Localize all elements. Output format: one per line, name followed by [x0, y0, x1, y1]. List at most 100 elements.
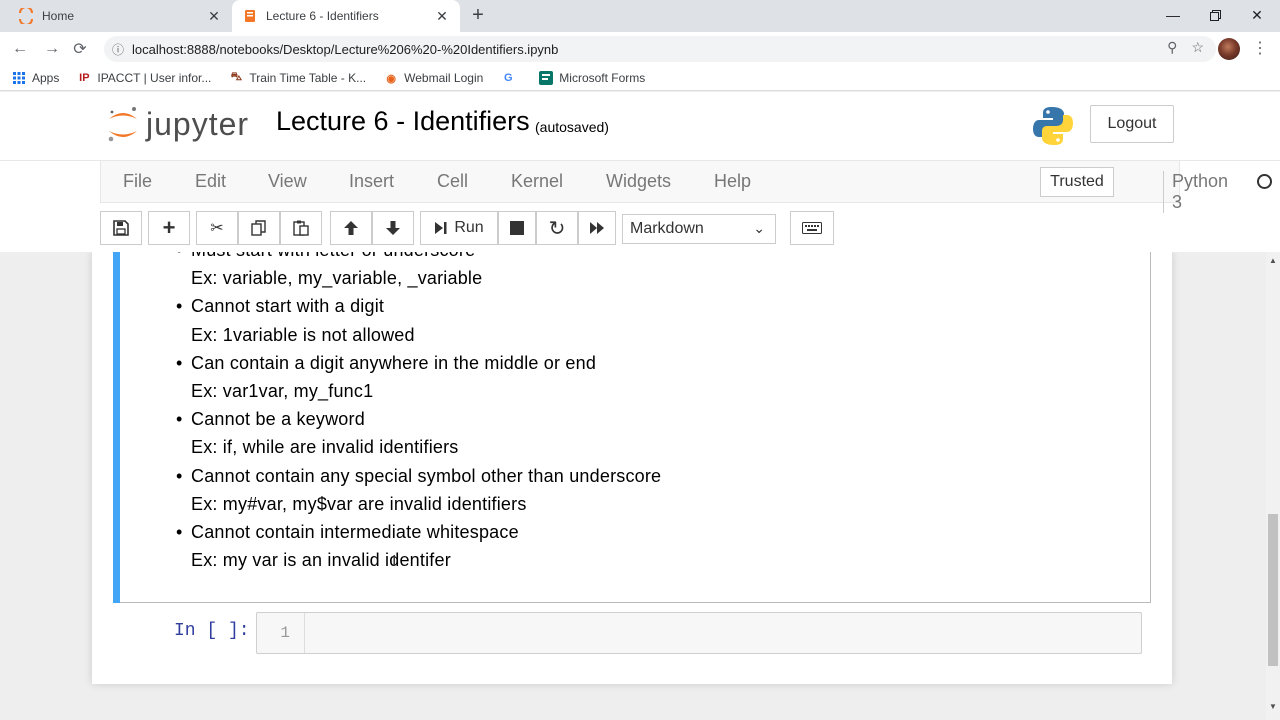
bookmark-webmail[interactable]: ◉ Webmail Login — [384, 71, 483, 85]
url-text[interactable]: localhost:8888/notebooks/Desktop/Lecture… — [132, 42, 558, 57]
menu-help[interactable]: Help — [714, 171, 751, 192]
profile-avatar[interactable] — [1218, 38, 1240, 60]
jupyter-logo[interactable]: jupyter — [106, 102, 249, 146]
rule-text: Can contain a digit anywhere in the midd… — [191, 352, 597, 373]
cut-cells-button[interactable]: ✂ — [196, 211, 238, 245]
menu-cell[interactable]: Cell — [437, 171, 468, 192]
rule-item: Must start with letter or underscore Ex:… — [176, 252, 661, 292]
restart-kernel-button[interactable]: ↻ — [536, 211, 578, 245]
bookmark-apps[interactable]: Apps — [12, 71, 59, 85]
close-window-icon[interactable]: ✕ — [1236, 0, 1278, 30]
chevron-down-icon: ⌄ — [753, 220, 765, 236]
close-tab-icon[interactable]: ✕ — [434, 8, 450, 25]
rule-example: Ex: my var is an invalid identifer — [191, 550, 451, 571]
bookmark-label: Webmail Login — [404, 71, 484, 85]
tab-lecture-6[interactable]: Lecture 6 - Identifiers ✕ — [232, 0, 460, 32]
notebook-title[interactable]: Lecture 6 - Identifiers — [276, 106, 530, 137]
logout-button[interactable]: Logout — [1090, 105, 1174, 143]
rule-example: Ex: variable, my_variable, _variable — [191, 268, 483, 289]
notebook-scroll-area[interactable]: Must start with letter or underscore Ex:… — [0, 252, 1266, 720]
notebook-menubar-container: File Edit View Insert Cell Kernel Widget… — [0, 160, 1280, 252]
menu-edit[interactable]: Edit — [195, 171, 226, 192]
scroll-up-arrow-icon[interactable]: ▲ — [1269, 256, 1277, 265]
kernel-name[interactable]: Python 3 — [1163, 171, 1228, 213]
stop-icon — [510, 221, 524, 235]
command-palette-button[interactable] — [790, 211, 834, 245]
new-tab-plus-icon[interactable]: + — [468, 5, 488, 26]
google-icon: G — [504, 72, 513, 84]
rule-text: Cannot contain any special symbol other … — [191, 465, 662, 486]
arrow-down-icon — [386, 221, 400, 235]
jupyter-header: jupyter Lecture 6 - Identifiers (autosav… — [0, 92, 1280, 160]
train-icon: ⛍ — [230, 71, 243, 83]
forward-arrow-icon[interactable]: → — [40, 37, 64, 61]
step-forward-icon — [435, 222, 447, 234]
bookmark-train-time-table[interactable]: ⛍ Train Time Table - K... — [229, 71, 366, 85]
webmail-icon: ◉ — [386, 72, 396, 85]
rule-example: Ex: 1variable is not allowed — [191, 324, 415, 345]
move-cell-up-button[interactable] — [330, 211, 372, 245]
rule-text: Cannot contain intermediate whitespace — [191, 522, 519, 543]
save-button[interactable] — [100, 211, 142, 245]
kernel-idle-indicator-icon — [1257, 174, 1272, 189]
text-cursor-icon: I — [392, 553, 397, 570]
interrupt-kernel-button[interactable] — [498, 211, 536, 245]
page-scrollbar[interactable]: ▲ ▼ — [1266, 252, 1280, 720]
identifier-rules-list: Must start with letter or underscore Ex:… — [176, 252, 661, 574]
input-prompt: In [ ]: — [174, 621, 250, 641]
forms-icon — [539, 71, 554, 85]
minimize-window-icon[interactable]: — — [1152, 0, 1194, 30]
autosave-status: (autosaved) — [535, 119, 609, 135]
browser-tab-strip: Home ✕ Lecture 6 - Identifiers ✕ + — ✕ — [0, 0, 1280, 32]
bookmark-star-icon[interactable]: ☆ — [1191, 39, 1204, 56]
jupyter-logo-icon — [108, 107, 137, 142]
cell-type-value: Markdown — [630, 220, 704, 237]
rule-example: Ex: if, while are invalid identifiers — [191, 437, 459, 458]
paste-cells-button[interactable] — [280, 211, 322, 245]
zoom-icon[interactable]: ⚲ — [1167, 39, 1177, 56]
scroll-down-arrow-icon[interactable]: ▼ — [1269, 702, 1277, 711]
bookmark-ipacct[interactable]: IP IPACCT | User infor... — [77, 71, 211, 85]
close-tab-icon[interactable]: ✕ — [206, 8, 222, 25]
rule-text: Cannot be a keyword — [191, 409, 365, 430]
bookmark-label: Microsoft Forms — [559, 71, 646, 85]
menu-file[interactable]: File — [123, 171, 152, 192]
browser-menu-icon[interactable]: ⋮ — [1252, 38, 1268, 60]
plus-icon: + — [162, 215, 176, 240]
menu-insert[interactable]: Insert — [349, 171, 394, 192]
scrollbar-thumb[interactable] — [1268, 514, 1278, 666]
arrow-up-icon — [344, 221, 358, 235]
site-info-icon[interactable]: ⓘ — [104, 41, 132, 58]
back-arrow-icon[interactable]: ← — [8, 37, 32, 61]
menu-view[interactable]: View — [268, 171, 307, 192]
trusted-indicator[interactable]: Trusted — [1040, 167, 1114, 197]
copy-icon — [251, 220, 266, 236]
bookmark-label: Train Time Table - K... — [249, 71, 367, 85]
address-bar[interactable]: ⓘ localhost:8888/notebooks/Desktop/Lectu… — [104, 36, 1216, 62]
code-input-area[interactable]: 1 — [256, 612, 1142, 654]
paste-icon — [293, 220, 309, 236]
code-cell[interactable]: In [ ]: 1 — [114, 612, 1150, 654]
menu-kernel[interactable]: Kernel — [511, 171, 563, 192]
reload-icon[interactable]: ⟳ — [68, 37, 92, 61]
tab-home[interactable]: Home ✕ — [8, 0, 232, 32]
python-logo-icon — [1032, 105, 1074, 147]
bookmark-microsoft-forms[interactable]: Microsoft Forms — [539, 71, 645, 85]
insert-cell-button[interactable]: + — [148, 211, 190, 245]
cell-type-select[interactable]: Markdown ⌄ — [622, 214, 776, 244]
restore-window-icon[interactable] — [1194, 0, 1236, 30]
restart-run-all-button[interactable] — [578, 211, 616, 245]
line-number: 1 — [257, 613, 305, 653]
ipacct-icon: IP — [79, 72, 90, 84]
bookmark-google[interactable]: G — [501, 71, 521, 85]
rule-item: Cannot contain intermediate whitespace E… — [176, 518, 661, 574]
menu-widgets[interactable]: Widgets — [606, 171, 671, 192]
run-cell-button[interactable]: Run — [420, 211, 498, 245]
rule-text: Must start with letter or underscore — [191, 252, 661, 264]
menubar: File Edit View Insert Cell Kernel Widget… — [100, 161, 1272, 213]
move-cell-down-button[interactable] — [372, 211, 414, 245]
copy-cells-button[interactable] — [238, 211, 280, 245]
rule-item: Cannot be a keyword Ex: if, while are in… — [176, 405, 661, 461]
rule-example: Ex: var1var, my_func1 — [191, 381, 374, 402]
apps-grid-icon — [12, 71, 26, 85]
